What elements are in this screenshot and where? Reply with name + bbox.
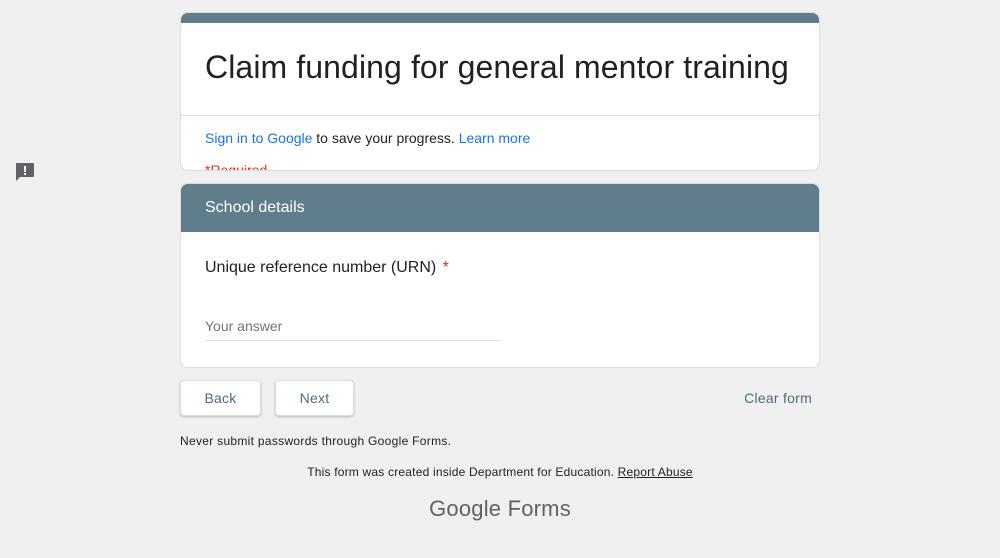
brand-forms: Forms (507, 496, 571, 521)
signin-link[interactable]: Sign in to Google (205, 130, 312, 146)
signin-notice: Sign in to Google to save your progress.… (181, 116, 819, 148)
question-urn: Unique reference number (URN) * (181, 232, 819, 365)
section-card: School details Unique reference number (… (180, 183, 820, 368)
password-warning: Never submit passwords through Google Fo… (180, 434, 452, 448)
brand-google: Google (429, 496, 502, 521)
form-title-card: Claim funding for general mentor trainin… (180, 12, 820, 171)
learn-more-link[interactable]: Learn more (459, 130, 531, 146)
section-header: School details (181, 184, 819, 232)
created-by-text: This form was created inside Department … (307, 465, 618, 479)
form-container: Claim funding for general mentor trainin… (180, 12, 820, 522)
google-forms-logo[interactable]: Google Forms (180, 496, 820, 522)
urn-answer-input[interactable] (205, 312, 500, 341)
form-title: Claim funding for general mentor trainin… (205, 49, 789, 85)
theme-accent-bar (181, 13, 819, 23)
next-button[interactable]: Next (275, 380, 354, 416)
back-button[interactable]: Back (180, 380, 261, 416)
question-label: Unique reference number (URN) * (205, 256, 795, 280)
required-asterisk: * (442, 259, 449, 276)
clear-form-button[interactable]: Clear form (744, 380, 812, 416)
footer-attribution: This form was created inside Department … (180, 465, 820, 479)
signin-text: to save your progress. (312, 130, 459, 146)
question-label-text: Unique reference number (URN) (205, 259, 437, 276)
report-abuse-link[interactable]: Report Abuse (618, 465, 693, 479)
form-actions: Back Next Clear form (180, 380, 820, 416)
required-note: *Required (205, 162, 268, 171)
report-problem-icon[interactable] (14, 162, 35, 182)
